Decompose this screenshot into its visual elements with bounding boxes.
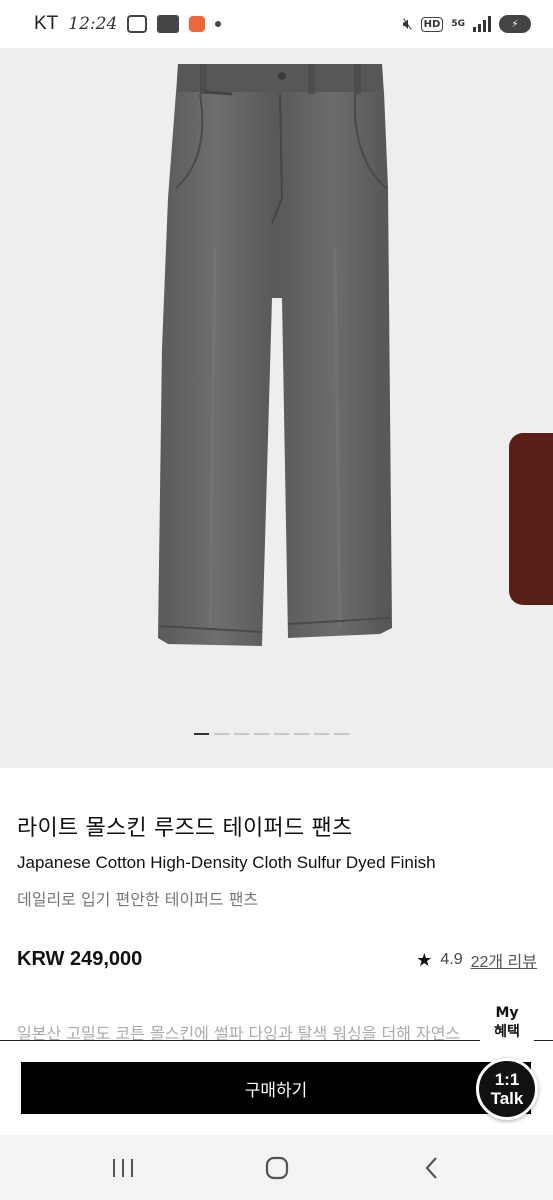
mute-icon: 🔇︎ bbox=[402, 14, 413, 33]
recent-apps-icon[interactable] bbox=[103, 1153, 143, 1183]
status-right: 🔇︎ HD 5G ⚡︎ bbox=[403, 0, 531, 48]
my-benefit-line2: 혜택 bbox=[494, 1024, 520, 1040]
rating-summary: ★ 4.9 22개 리뷰 bbox=[416, 948, 537, 972]
carousel-dot[interactable] bbox=[314, 733, 329, 735]
product-subtitle: 데일리로 입기 편안한 테이퍼드 팬츠 bbox=[17, 890, 259, 909]
carousel-dot[interactable] bbox=[254, 733, 269, 735]
carousel-indicator bbox=[194, 733, 349, 735]
home-icon[interactable] bbox=[257, 1153, 297, 1183]
divider bbox=[0, 1040, 553, 1041]
product-title: 라이트 몰스킨 루즈드 테이퍼드 팬츠 bbox=[17, 816, 353, 841]
my-benefit-line1: My bbox=[495, 1005, 519, 1021]
product-image-carousel[interactable] bbox=[0, 48, 553, 768]
hd-badge: HD bbox=[420, 16, 444, 32]
talk-line2: Talk bbox=[490, 1089, 524, 1108]
clock: 12:24 bbox=[68, 14, 118, 34]
app-notification-icon bbox=[189, 16, 206, 32]
carousel-dot[interactable] bbox=[294, 733, 309, 735]
star-icon: ★ bbox=[416, 949, 433, 970]
more-notifications-dot bbox=[215, 21, 222, 27]
talk-line1: 1:1 bbox=[494, 1070, 520, 1089]
battery-icon: ⚡︎ bbox=[499, 15, 531, 33]
carousel-dot[interactable] bbox=[334, 733, 349, 735]
gallery-icon bbox=[127, 15, 148, 33]
product-description: 일본산 고밀도 코튼 몰스킨에 썰파 다잉과 탈색 워싱을 더해 자연스 bbox=[17, 1024, 461, 1042]
carrier-label: KT bbox=[34, 13, 59, 34]
system-nav-bar bbox=[0, 1135, 553, 1200]
carousel-dot[interactable] bbox=[234, 733, 249, 735]
back-icon[interactable] bbox=[412, 1153, 452, 1183]
carousel-dot[interactable] bbox=[194, 733, 209, 735]
buy-button[interactable]: 구매하기 bbox=[21, 1062, 531, 1114]
webtoon-icon bbox=[157, 15, 180, 33]
status-bar: KT 12:24 🔇︎ HD 5G ⚡︎ bbox=[0, 0, 553, 48]
product-image bbox=[158, 64, 392, 646]
network-label: 5G bbox=[451, 18, 465, 29]
signal-icon bbox=[473, 16, 491, 32]
reviews-link[interactable]: 22개 리뷰 bbox=[471, 948, 537, 972]
status-left: KT 12:24 bbox=[34, 0, 222, 48]
carousel-dot[interactable] bbox=[214, 733, 229, 735]
side-drawer-tab[interactable] bbox=[509, 433, 553, 605]
my-benefit-button[interactable]: My 혜택 bbox=[480, 1004, 534, 1042]
chat-talk-button[interactable]: 1:1 Talk bbox=[476, 1058, 538, 1120]
product-title-en: Japanese Cotton High-Density Cloth Sulfu… bbox=[17, 853, 436, 872]
rating-value: 4.9 bbox=[440, 951, 463, 968]
carousel-dot[interactable] bbox=[274, 733, 289, 735]
product-price: KRW 249,000 bbox=[17, 948, 143, 970]
